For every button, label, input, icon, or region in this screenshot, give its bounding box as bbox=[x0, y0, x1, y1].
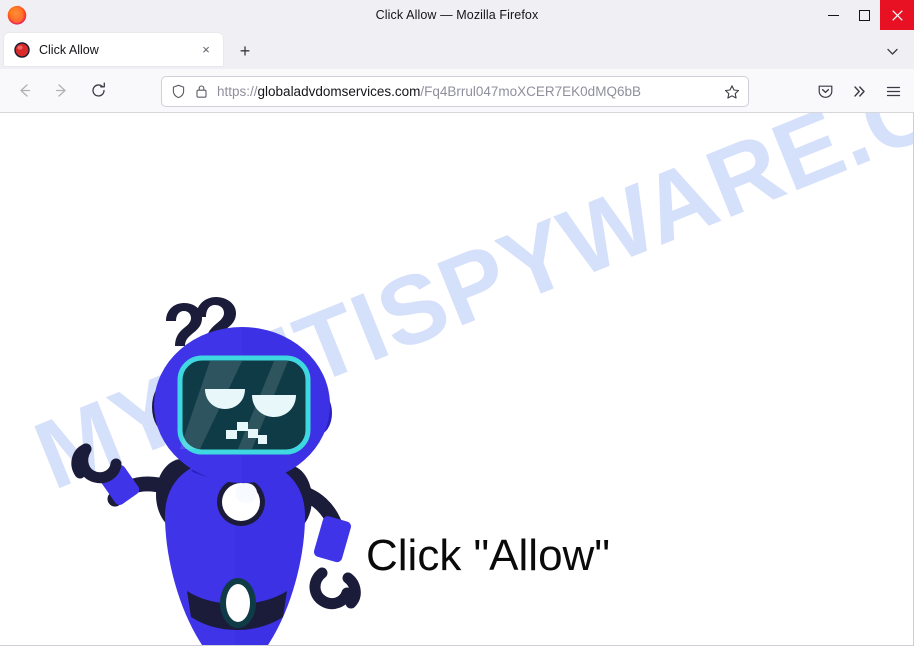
url-path: /Fq4Brrul047moXCER7EK0dMQ6bB bbox=[420, 84, 641, 99]
url-text[interactable]: https://globaladvdomservices.com/Fq4Brru… bbox=[217, 84, 719, 99]
new-tab-button[interactable]: + bbox=[233, 39, 257, 63]
url-host: globaladvdomservices.com bbox=[257, 84, 421, 99]
pocket-icon[interactable] bbox=[810, 76, 840, 107]
headline-line-1: Click "Allow" bbox=[366, 531, 610, 580]
overflow-menu-icon[interactable] bbox=[844, 76, 874, 107]
toolbar-right-icons bbox=[810, 76, 908, 107]
url-scheme: https:// bbox=[217, 84, 258, 99]
firefox-logo-icon bbox=[6, 4, 28, 26]
back-button[interactable] bbox=[9, 76, 39, 106]
tab-favicon-icon bbox=[14, 41, 30, 58]
address-bar[interactable]: https://globaladvdomservices.com/Fq4Brru… bbox=[161, 76, 749, 107]
ecaptcha-badge: E-CAPTCHA bbox=[72, 641, 138, 645]
confused-robot-illustration bbox=[60, 273, 380, 645]
star-icon[interactable] bbox=[719, 79, 745, 105]
window-title: Click Allow — Mozilla Firefox bbox=[375, 8, 539, 22]
list-all-tabs-chevron-down-icon[interactable] bbox=[880, 39, 904, 63]
hamburger-menu-icon[interactable] bbox=[878, 76, 908, 107]
page-headline: Click "Allow" if you are not a robot bbox=[366, 416, 620, 645]
tab-title: Click Allow bbox=[39, 42, 99, 57]
title-bar: Click Allow — Mozilla Firefox bbox=[0, 0, 914, 30]
page-content: MYANTISPYWARE.COM Click "Allow" bbox=[0, 113, 914, 646]
tab-strip: Click Allow × + bbox=[0, 30, 914, 69]
minimize-button[interactable] bbox=[818, 0, 849, 30]
reload-button[interactable] bbox=[83, 76, 113, 106]
robot-left-arm bbox=[71, 443, 176, 507]
shield-icon[interactable] bbox=[171, 84, 187, 99]
maximize-button[interactable] bbox=[849, 0, 880, 30]
window-controls bbox=[818, 0, 914, 30]
close-button[interactable] bbox=[880, 0, 914, 30]
robot-belt-buckle-inner bbox=[226, 584, 250, 622]
padlock-icon[interactable] bbox=[195, 84, 208, 99]
forward-button[interactable] bbox=[46, 76, 76, 106]
ecaptcha-c-logo-icon bbox=[105, 644, 106, 645]
robot-chest-button bbox=[217, 478, 265, 526]
tab-close-icon[interactable]: × bbox=[196, 40, 216, 60]
firefox-browser-window: Click Allow — Mozilla Firefox Click Allo… bbox=[0, 0, 914, 646]
tab-click-allow[interactable]: Click Allow × bbox=[4, 33, 223, 66]
